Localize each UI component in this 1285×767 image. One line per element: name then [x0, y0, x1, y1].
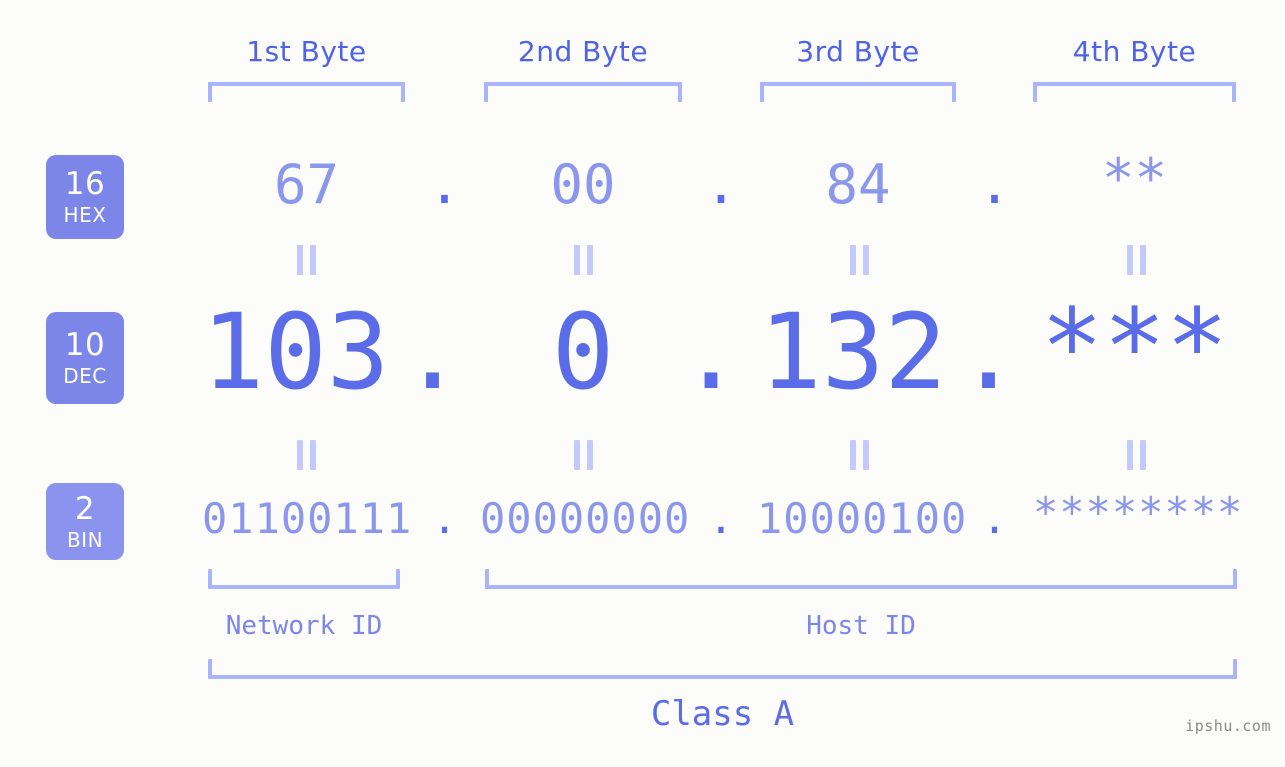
- equals-marker-hex-dec-3: [846, 245, 872, 275]
- base-badge-hex-name: HEX: [63, 203, 107, 227]
- bin-separator-1: .: [431, 494, 458, 543]
- byte-bracket-3: [760, 82, 956, 102]
- equals-marker-dec-bin-2: [570, 440, 596, 470]
- base-badge-dec-name: DEC: [63, 364, 107, 388]
- equals-marker-hex-dec-4: [1123, 245, 1149, 275]
- base-badge-bin: 2 BIN: [46, 483, 124, 560]
- dec-separator-1: .: [401, 291, 464, 413]
- byte-header-2: 2nd Byte: [517, 35, 649, 68]
- bin-byte-1: 01100111: [202, 494, 413, 543]
- hex-separator-3: .: [978, 153, 1011, 216]
- network-id-bracket: [208, 569, 400, 589]
- equals-marker-hex-dec-2: [570, 245, 596, 275]
- byte-header-4: 4th Byte: [1072, 35, 1197, 68]
- base-badge-dec-number: 10: [64, 327, 106, 363]
- class-label: Class A: [650, 694, 795, 734]
- byte-bracket-4: [1033, 82, 1236, 102]
- byte-bracket-2: [484, 82, 682, 102]
- bin-separator-2: .: [708, 494, 734, 543]
- byte-bracket-1: [208, 82, 405, 102]
- equals-marker-dec-bin-3: [846, 440, 872, 470]
- equals-marker-dec-bin-4: [1123, 440, 1149, 470]
- watermark: ipshu.com: [1185, 717, 1271, 735]
- bin-separator-3: .: [981, 494, 1008, 543]
- equals-marker-dec-bin-1: [293, 440, 319, 470]
- base-badge-bin-name: BIN: [66, 527, 104, 552]
- host-id-label: Host ID: [806, 611, 916, 641]
- host-id-bracket: [485, 569, 1237, 589]
- hex-byte-1: 67: [273, 153, 340, 216]
- hex-byte-2: 00: [550, 153, 616, 216]
- hex-separator-1: .: [428, 153, 461, 216]
- byte-header-3: 3rd Byte: [796, 35, 920, 68]
- dec-byte-2: 0: [551, 291, 615, 413]
- dec-byte-4: ***: [1040, 286, 1229, 408]
- dec-byte-3: 132: [759, 291, 947, 413]
- bin-byte-4: ********: [1033, 488, 1244, 537]
- base-badge-hex: 16 HEX: [46, 155, 124, 239]
- hex-separator-2: .: [704, 153, 738, 216]
- bin-byte-2: 00000000: [480, 494, 691, 543]
- network-id-label: Network ID: [225, 611, 383, 641]
- base-badge-hex-number: 16: [64, 166, 106, 202]
- bin-byte-3: 10000100: [757, 494, 968, 543]
- dec-separator-3: .: [957, 291, 1020, 413]
- equals-marker-hex-dec-1: [293, 245, 319, 275]
- dec-separator-2: .: [679, 291, 743, 413]
- byte-header-1: 1st Byte: [246, 35, 367, 68]
- hex-byte-4: **: [1101, 147, 1168, 210]
- ip-byte-breakdown-diagram: 1st Byte 2nd Byte 3rd Byte 4th Byte 16 H…: [0, 0, 1285, 767]
- base-badge-dec: 10 DEC: [46, 312, 124, 404]
- class-bracket: [208, 659, 1237, 679]
- hex-byte-3: 84: [825, 153, 891, 216]
- dec-byte-1: 103: [201, 291, 390, 413]
- base-badge-bin-number: 2: [74, 490, 96, 527]
